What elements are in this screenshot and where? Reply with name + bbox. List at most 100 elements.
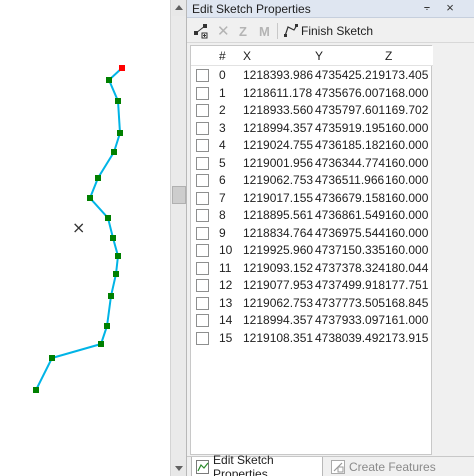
cell-index[interactable]: 13 bbox=[219, 296, 232, 310]
m-values-button[interactable]: M bbox=[259, 22, 270, 40]
close-icon[interactable]: × bbox=[443, 0, 457, 16]
cell-x[interactable]: 1218933.560 bbox=[243, 103, 313, 117]
pin-icon[interactable]: ⨪ bbox=[421, 1, 433, 15]
cell-x[interactable]: 1219925.960 bbox=[243, 243, 313, 257]
sketch-vertex[interactable] bbox=[49, 355, 55, 361]
row-checkbox[interactable] bbox=[196, 121, 209, 135]
cell-index[interactable]: 12 bbox=[219, 278, 232, 292]
scroll-down-button[interactable] bbox=[172, 460, 186, 476]
cell-x[interactable]: 1219077.953 bbox=[243, 278, 313, 292]
cell-y[interactable]: 4737933.097 bbox=[315, 313, 385, 327]
cell-y[interactable]: 4738039.492 bbox=[315, 331, 385, 345]
delete-vertex-button[interactable]: ✕ bbox=[217, 22, 230, 40]
cell-index[interactable]: 11 bbox=[219, 261, 231, 275]
tab-edit-sketch-properties[interactable]: Edit Sketch Properties bbox=[191, 453, 323, 476]
insert-vertex-button[interactable] bbox=[193, 22, 209, 40]
cell-x[interactable]: 1218393.986 bbox=[243, 68, 313, 82]
cell-z[interactable]: 160.000 bbox=[385, 121, 428, 135]
row-checkbox[interactable] bbox=[196, 244, 209, 257]
finish-sketch-button[interactable]: Finish Sketch bbox=[283, 22, 373, 40]
cell-index[interactable]: 7 bbox=[219, 191, 226, 205]
cell-z[interactable]: 160.000 bbox=[385, 191, 428, 205]
cell-index[interactable]: 14 bbox=[219, 313, 232, 327]
sketch-vertex[interactable] bbox=[111, 149, 117, 155]
cell-z[interactable]: 173.405 bbox=[385, 68, 428, 82]
sketch-vertex[interactable] bbox=[106, 77, 112, 83]
cell-index[interactable]: 15 bbox=[219, 331, 232, 345]
row-checkbox[interactable] bbox=[196, 156, 209, 170]
row-checkbox[interactable] bbox=[196, 314, 209, 327]
sketch-vertex[interactable] bbox=[104, 323, 110, 329]
scroll-up-button[interactable] bbox=[172, 0, 186, 16]
cell-y[interactable]: 4735797.601 bbox=[315, 103, 385, 117]
sketch-vertex[interactable] bbox=[33, 387, 39, 393]
cell-y[interactable]: 4735425.219 bbox=[315, 68, 385, 82]
table-row[interactable]: 6 1219062.753 4736511.966 160.000 bbox=[191, 172, 433, 190]
row-checkbox[interactable] bbox=[196, 191, 209, 205]
sketch-vertex[interactable] bbox=[110, 235, 116, 241]
cell-index[interactable]: 1 bbox=[219, 86, 226, 100]
cell-z[interactable]: 161.000 bbox=[385, 313, 428, 327]
row-checkbox[interactable] bbox=[196, 174, 209, 187]
selected-vertex[interactable] bbox=[119, 65, 125, 71]
cell-y[interactable]: 4737773.505 bbox=[315, 296, 385, 310]
row-checkbox[interactable] bbox=[196, 69, 209, 82]
cell-x[interactable]: 1219001.956 bbox=[243, 156, 313, 170]
row-checkbox[interactable] bbox=[196, 104, 209, 117]
cell-y[interactable]: 4735919.195 bbox=[315, 121, 385, 135]
cell-x[interactable]: 1219108.351 bbox=[243, 331, 313, 345]
cell-x[interactable]: 1219017.155 bbox=[243, 191, 313, 205]
cell-y[interactable]: 4736679.158 bbox=[315, 191, 385, 205]
cell-x[interactable]: 1218994.357 bbox=[243, 313, 313, 327]
table-row[interactable]: 5 1219001.956 4736344.774 160.000 bbox=[191, 155, 433, 173]
cell-z[interactable]: 160.000 bbox=[385, 226, 428, 240]
cell-z[interactable]: 160.000 bbox=[385, 208, 428, 222]
sketch-vertex[interactable] bbox=[108, 293, 114, 299]
cell-z[interactable]: 160.000 bbox=[385, 243, 428, 257]
table-row[interactable]: 0 1218393.986 4735425.219 173.405 bbox=[191, 67, 433, 85]
cell-x[interactable]: 1218834.764 bbox=[243, 226, 313, 240]
cell-z[interactable]: 177.751 bbox=[385, 278, 428, 292]
row-checkbox[interactable] bbox=[196, 139, 209, 152]
table-row[interactable]: 13 1219062.753 4737773.505 168.845 bbox=[191, 295, 433, 313]
cell-y[interactable]: 4736344.774 bbox=[315, 156, 385, 170]
cell-index[interactable]: 8 bbox=[219, 208, 226, 222]
table-row[interactable]: 15 1219108.351 4738039.492 173.915 bbox=[191, 330, 433, 348]
row-checkbox[interactable] bbox=[196, 296, 209, 310]
row-checkbox[interactable] bbox=[196, 331, 209, 345]
cell-index[interactable]: 5 bbox=[219, 156, 226, 170]
cell-x[interactable]: 1219062.753 bbox=[243, 296, 313, 310]
cell-x[interactable]: 1219024.755 bbox=[243, 138, 313, 152]
cell-y[interactable]: 4736975.544 bbox=[315, 226, 385, 240]
table-row[interactable]: 12 1219077.953 4737499.918 177.751 bbox=[191, 277, 433, 295]
cell-x[interactable]: 1218895.561 bbox=[243, 208, 313, 222]
vertical-scrollbar[interactable] bbox=[170, 0, 186, 476]
column-header-index[interactable]: # bbox=[219, 49, 226, 63]
cell-x[interactable]: 1219093.152 bbox=[243, 261, 313, 275]
cell-z[interactable]: 168.000 bbox=[385, 86, 428, 100]
cell-index[interactable]: 3 bbox=[219, 121, 226, 135]
sketch-vertex[interactable] bbox=[117, 130, 123, 136]
cell-y[interactable]: 4737150.335 bbox=[315, 243, 385, 257]
sketch-vertex[interactable] bbox=[115, 253, 121, 259]
cell-z[interactable]: 169.702 bbox=[385, 103, 428, 117]
row-checkbox[interactable] bbox=[196, 209, 209, 222]
scroll-thumb[interactable] bbox=[172, 186, 186, 204]
table-row[interactable]: 4 1219024.755 4736185.182 160.000 bbox=[191, 137, 433, 155]
table-row[interactable]: 7 1219017.155 4736679.158 160.000 bbox=[191, 190, 433, 208]
sketch-vertex[interactable] bbox=[105, 215, 111, 221]
table-row[interactable]: 8 1218895.561 4736861.549 160.000 bbox=[191, 207, 433, 225]
cell-x[interactable]: 1218994.357 bbox=[243, 121, 313, 135]
row-checkbox[interactable] bbox=[196, 226, 209, 240]
cell-index[interactable]: 9 bbox=[219, 226, 226, 240]
cell-x[interactable]: 1219062.753 bbox=[243, 173, 313, 187]
sketch-canvas[interactable] bbox=[0, 0, 170, 476]
column-header-y[interactable]: Y bbox=[315, 49, 323, 63]
cell-index[interactable]: 6 bbox=[219, 173, 226, 187]
cell-y[interactable]: 4736185.182 bbox=[315, 138, 385, 152]
table-row[interactable]: 11 1219093.152 4737378.324 180.044 bbox=[191, 260, 433, 278]
table-row[interactable]: 9 1218834.764 4736975.544 160.000 bbox=[191, 225, 433, 243]
row-checkbox[interactable] bbox=[196, 279, 209, 292]
z-values-button[interactable]: Z bbox=[239, 22, 247, 40]
cell-z[interactable]: 160.000 bbox=[385, 156, 428, 170]
